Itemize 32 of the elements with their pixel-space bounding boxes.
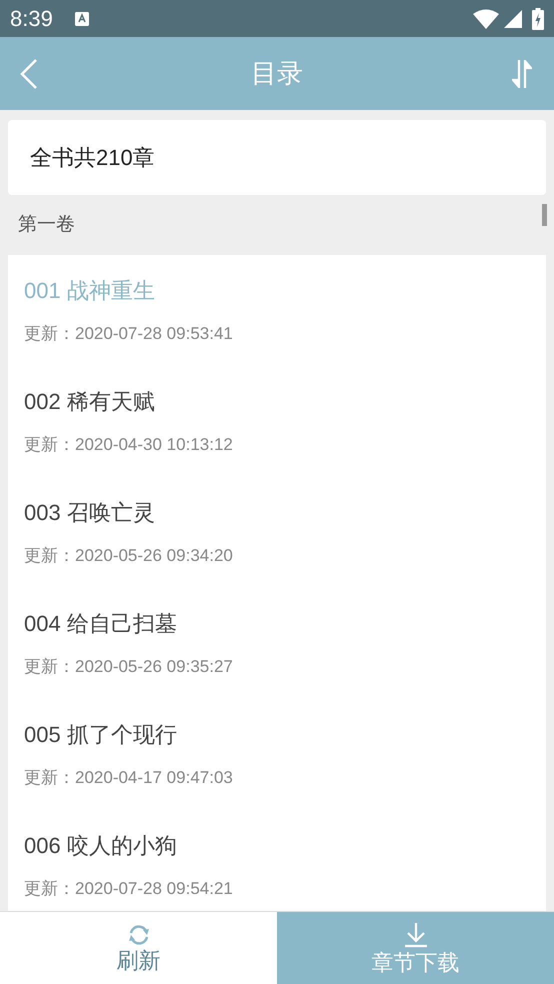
battery-icon [532, 8, 544, 30]
signal-icon [504, 10, 522, 28]
chapter-title: 002 稀有天赋 [24, 388, 156, 416]
chapter-item[interactable]: 006 咬人的小狗 更新：2020-07-28 09:54:21 [24, 810, 546, 911]
chapter-title: 006 咬人的小狗 [24, 832, 178, 860]
refresh-button[interactable]: 刷新 [0, 912, 277, 984]
back-icon [20, 58, 38, 88]
update-time: 更新：2020-04-30 10:13:12 [24, 434, 234, 456]
update-time: 更新：2020-05-26 09:34:20 [24, 545, 234, 568]
page-title: 目录 [251, 57, 303, 90]
chapter-count: 全书共210章 [30, 144, 155, 172]
status-time: 8:39 [10, 5, 53, 33]
chapter-item[interactable]: 001 战神重生 更新：2020-07-28 09:53:41 [24, 255, 546, 366]
chapter-item[interactable]: 005 抓了个现行 更新：2020-04-17 09:47:03 [24, 699, 546, 810]
chapter-title: 001 战神重生 [24, 277, 156, 306]
chapter-item[interactable]: 002 稀有天赋 更新：2020-04-30 10:13:12 [24, 366, 546, 477]
scrollbar [542, 204, 547, 226]
chapter-item[interactable]: 003 召唤亡灵 更新：2020-05-26 09:34:20 [24, 477, 546, 588]
volume-title: 第一卷 [18, 212, 75, 237]
keyboard-icon [74, 10, 89, 26]
wifi-icon [473, 8, 499, 28]
download-icon [402, 922, 428, 948]
chapter-item[interactable]: 004 给自己扫墓 更新：2020-05-26 09:35:27 [24, 588, 546, 699]
sort-icon [512, 60, 532, 88]
update-time: 更新：2020-07-28 09:54:21 [24, 878, 234, 900]
refresh-icon [126, 924, 150, 946]
chapter-title: 003 召唤亡灵 [24, 499, 156, 528]
chapter-title: 004 给自己扫墓 [24, 610, 178, 638]
update-time: 更新：2020-07-28 09:53:41 [24, 323, 234, 346]
update-time: 更新：2020-05-26 09:35:27 [24, 656, 234, 678]
update-time: 更新：2020-04-17 09:47:03 [24, 767, 234, 790]
chapter-title: 005 抓了个现行 [24, 721, 178, 750]
